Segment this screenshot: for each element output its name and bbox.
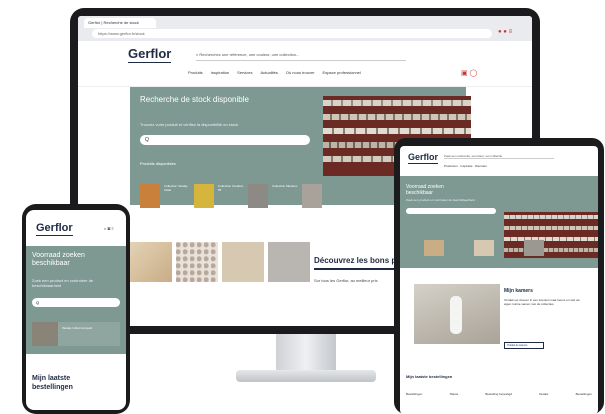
nav-item-actualites[interactable]: Actualités bbox=[261, 70, 278, 75]
swatch-label: Collection Taralay Initial bbox=[164, 184, 188, 192]
tab-details[interactable]: Details bbox=[539, 392, 548, 396]
browser-menu-icon[interactable]: ● ● ≡ bbox=[498, 29, 512, 35]
discover-title: Découvrez les bons p bbox=[314, 256, 397, 265]
tile-label bbox=[498, 240, 520, 256]
discover-subtitle: Sur tous les Gerflor, au meilleur prix bbox=[314, 278, 378, 283]
tile-sand[interactable] bbox=[222, 242, 264, 282]
nav-item-ou-trouver[interactable]: Où nous trouver bbox=[286, 70, 315, 75]
hero-subtitle: Zoek een product en controleer de beschi… bbox=[406, 198, 475, 202]
phone-hero: Voorraad zoeken beschikbaar Zoek een pro… bbox=[26, 246, 126, 354]
address-bar[interactable]: https://www.gerflor.fr/stock bbox=[92, 29, 492, 38]
tile-wood[interactable] bbox=[424, 240, 444, 256]
product-tiles bbox=[424, 240, 544, 256]
room-text: Ontdek uw vloeren in een interieur naar … bbox=[504, 298, 580, 306]
main-nav: Produits Inspiration Services Actualités… bbox=[188, 70, 438, 75]
swatch-yellow[interactable] bbox=[194, 184, 214, 208]
tab-status[interactable]: Status bbox=[450, 392, 459, 396]
nav-item-services[interactable]: Services bbox=[237, 70, 252, 75]
swatch-grey[interactable] bbox=[248, 184, 268, 208]
menu-icon[interactable]: ⌕ ▣ ≡ bbox=[104, 226, 114, 231]
hero-title: Voorraad zoeken beschikbaar bbox=[406, 184, 444, 196]
hero-title: Recherche de stock disponible bbox=[140, 95, 249, 104]
tab-orders-2[interactable]: Bestellingen bbox=[576, 392, 592, 396]
tile-parquet[interactable] bbox=[130, 242, 172, 282]
monitor-base bbox=[236, 370, 376, 382]
tile-terrazzo[interactable] bbox=[176, 242, 218, 282]
site-header: Gerflor ⌕ Recherchez une référence, une … bbox=[78, 41, 532, 87]
tab-confirmed[interactable]: Bestelling bevestigd bbox=[485, 392, 512, 396]
available-products-label: Produits disponibles bbox=[140, 161, 176, 166]
orders-tabs: Bestellingen Status Bestelling bevestigd… bbox=[406, 392, 592, 396]
stock-search-input[interactable]: Q bbox=[140, 135, 310, 145]
product-card-text: Taralay Initial Compact bbox=[62, 326, 93, 330]
swatch-stone[interactable] bbox=[302, 184, 322, 208]
product-tiles bbox=[130, 242, 310, 282]
gerflor-logo[interactable]: Gerflor bbox=[408, 152, 438, 164]
hero-title: Voorraad zoeken beschikbaar bbox=[32, 252, 85, 267]
tile-label bbox=[448, 240, 470, 256]
product-card-image bbox=[32, 322, 58, 346]
cart-icon[interactable]: ▣ ◯ bbox=[461, 69, 477, 77]
stock-search-input[interactable]: Q bbox=[32, 298, 120, 307]
orders-title: Mijn laatste bestellingen bbox=[32, 375, 73, 391]
browser-tab[interactable]: Gerflor | Recherche de stock bbox=[84, 18, 156, 28]
phone-screen: Gerflor ⌕ ▣ ≡ Voorraad zoeken beschikbaa… bbox=[26, 210, 126, 410]
orders-title: Mijn laatste bestellingen bbox=[406, 374, 453, 379]
tile-beige[interactable] bbox=[474, 240, 494, 256]
room-button[interactable]: Ontdek de kamers bbox=[504, 342, 544, 349]
gerflor-logo[interactable]: Gerflor bbox=[128, 46, 171, 63]
tile-grey[interactable] bbox=[524, 240, 544, 256]
nav-item-inspiration[interactable]: Inspiration bbox=[211, 70, 229, 75]
search-placeholder: Recherchez une référence, une couleur, u… bbox=[199, 52, 300, 57]
room-photo-figure bbox=[450, 296, 462, 334]
search-input[interactable]: ⌕ Recherchez une référence, une couleur,… bbox=[196, 49, 406, 61]
swatch-row: Collection Taralay Initial Collection Cr… bbox=[140, 184, 322, 208]
hero-subtitle: Zoek een product en controleer de beschi… bbox=[32, 278, 94, 288]
nav-item-produits[interactable]: Produits bbox=[188, 70, 203, 75]
tablet-screen: Gerflor Zoek een referentie, een kleur, … bbox=[400, 146, 598, 414]
hero-subtitle: Trouvez votre produit et vérifiez la dis… bbox=[140, 122, 239, 127]
gerflor-logo[interactable]: Gerflor bbox=[36, 222, 73, 236]
browser-chrome: Gerflor | Recherche de stock https://www… bbox=[78, 16, 532, 41]
search-input[interactable]: Zoek een referentie, een kleur, een coll… bbox=[444, 154, 554, 159]
swatch-label: Collection Mipolam bbox=[272, 184, 298, 188]
swatch-label: Collection Creation 55 bbox=[218, 184, 244, 192]
stock-search-input[interactable] bbox=[406, 208, 496, 214]
nav-item-pro[interactable]: Espace professionnel bbox=[323, 70, 361, 75]
tab-orders[interactable]: Bestellingen bbox=[406, 392, 422, 396]
main-nav[interactable]: Producten · Inspiratie · Diensten bbox=[444, 164, 487, 168]
tile-concrete[interactable] bbox=[268, 242, 310, 282]
room-title: Mijn kamers bbox=[504, 288, 533, 294]
monitor-stand bbox=[276, 334, 336, 374]
swatch-orange[interactable] bbox=[140, 184, 160, 208]
